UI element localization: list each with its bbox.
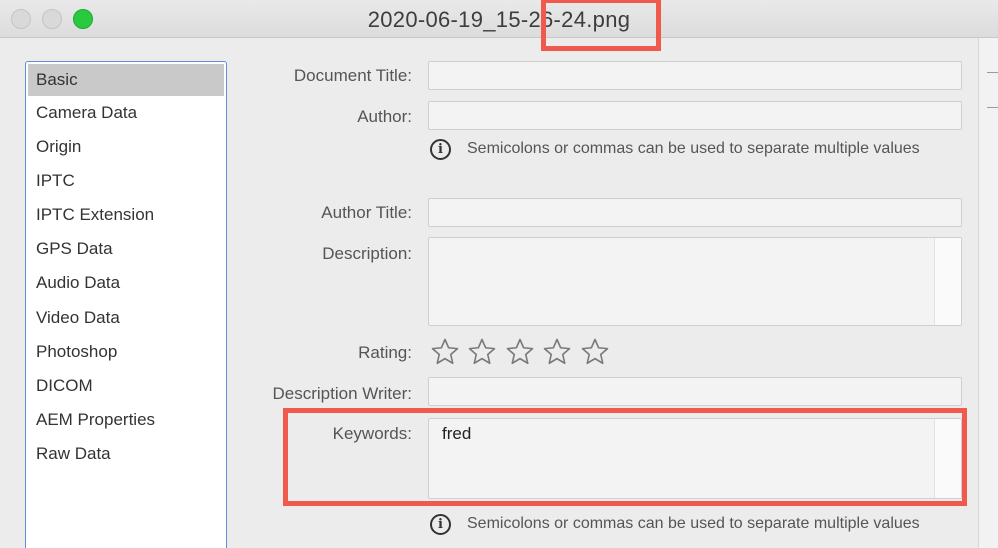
sidebar-item-gps-data[interactable]: GPS Data bbox=[28, 232, 224, 266]
sidebar-item-raw-data[interactable]: Raw Data bbox=[28, 437, 224, 471]
description-writer-label: Description Writer: bbox=[272, 384, 413, 403]
sidebar-item-iptc-extension[interactable]: IPTC Extension bbox=[28, 198, 224, 232]
star-outline-icon[interactable] bbox=[501, 336, 539, 368]
document-title-field[interactable] bbox=[428, 61, 962, 90]
sidebar-category-list: Basic Camera Data Origin IPTC IPTC Exten… bbox=[25, 61, 227, 548]
description-scrollbar[interactable] bbox=[934, 238, 961, 325]
description-writer-field[interactable] bbox=[428, 377, 962, 406]
title-bar: 2020-06-19_15-26-24.png bbox=[0, 0, 998, 38]
description-textarea[interactable] bbox=[428, 237, 962, 326]
sidebar-item-basic[interactable]: Basic bbox=[28, 64, 224, 96]
rating-stars bbox=[426, 336, 614, 368]
sidebar-item-iptc[interactable]: IPTC bbox=[28, 164, 224, 198]
keywords-value: fred bbox=[442, 424, 472, 443]
info-icon: i bbox=[430, 138, 451, 160]
star-outline-icon[interactable] bbox=[464, 336, 502, 368]
star-outline-icon[interactable] bbox=[576, 336, 614, 368]
sidebar-item-audio-data[interactable]: Audio Data bbox=[28, 266, 224, 300]
sidebar-item-origin[interactable]: Origin bbox=[28, 130, 224, 164]
author-field[interactable] bbox=[428, 101, 962, 130]
sidebar-item-aem-properties[interactable]: AEM Properties bbox=[28, 403, 224, 437]
info-icon: i bbox=[430, 513, 451, 535]
rating-label: Rating: bbox=[358, 343, 412, 362]
document-title-label: Document Title: bbox=[293, 66, 412, 85]
window-title: 2020-06-19_15-26-24.png bbox=[367, 7, 631, 32]
sidebar-item-camera-data[interactable]: Camera Data bbox=[28, 96, 224, 130]
background-window-edge bbox=[978, 38, 998, 548]
sidebar-item-video-data[interactable]: Video Data bbox=[28, 301, 224, 335]
keywords-scrollbar[interactable] bbox=[934, 419, 961, 498]
sidebar-item-photoshop[interactable]: Photoshop bbox=[28, 335, 224, 369]
description-label: Description: bbox=[322, 244, 412, 263]
keywords-hint: i Semicolons or commas can be used to se… bbox=[430, 512, 920, 536]
star-outline-icon[interactable] bbox=[539, 336, 577, 368]
sidebar-item-dicom[interactable]: DICOM bbox=[28, 369, 224, 403]
author-hint-text: Semicolons or commas can be used to sepa… bbox=[467, 140, 920, 157]
keywords-label: Keywords: bbox=[332, 424, 412, 443]
author-title-field[interactable] bbox=[428, 198, 962, 227]
author-label: Author: bbox=[357, 107, 412, 126]
keywords-hint-text: Semicolons or commas can be used to sepa… bbox=[467, 515, 920, 532]
keywords-textarea[interactable]: fred bbox=[428, 418, 962, 499]
star-outline-icon[interactable] bbox=[426, 336, 464, 368]
author-hint: i Semicolons or commas can be used to se… bbox=[430, 137, 920, 161]
author-title-label: Author Title: bbox=[321, 203, 412, 222]
